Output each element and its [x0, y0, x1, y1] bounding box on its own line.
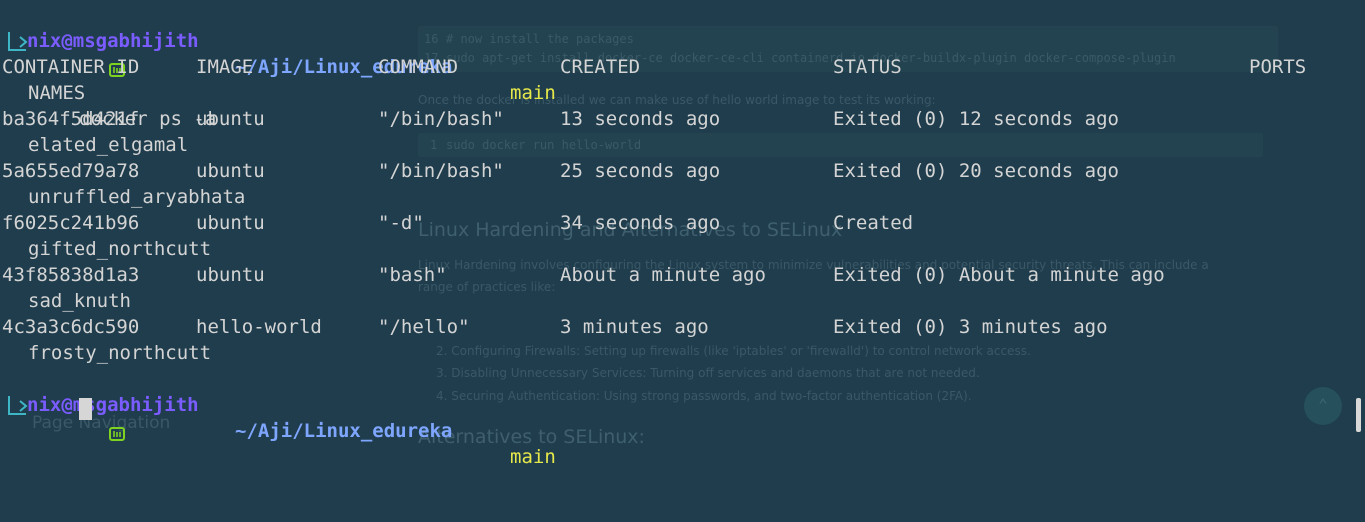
prompt-line: nix@msgabhijith ~/Aji/Linux_edureka main — [0, 366, 556, 468]
prompt-arrow-icon — [6, 30, 32, 52]
table-row: f6025c241b96 ubuntu "-d" 34 seconds ago … — [0, 210, 913, 236]
container-status: Created — [833, 212, 914, 234]
container-command: "-d" — [378, 212, 424, 234]
terminal-scrollbar[interactable] — [1356, 398, 1361, 432]
linux-mint-icon — [40, 33, 125, 77]
container-id: 43f85838d1a3 — [2, 264, 140, 286]
table-row: 5a655ed79a78 ubuntu "/bin/bash" 25 secon… — [0, 158, 1119, 184]
header-names: NAMES — [28, 82, 86, 104]
linux-mint-icon — [40, 397, 125, 441]
container-status: Exited (0) 3 minutes ago — [833, 316, 1108, 338]
header-created: CREATED — [560, 56, 641, 78]
container-created: 25 seconds ago — [560, 160, 721, 182]
table-header-wrap: NAMES — [0, 80, 85, 106]
container-id: 4c3a3c6dc590 — [2, 316, 140, 338]
container-status: Exited (0) About a minute ago — [833, 264, 1165, 286]
container-name: sad_knuth — [28, 290, 131, 312]
container-name: unruffled_aryabhata — [28, 186, 246, 208]
container-command: "/bin/bash" — [378, 160, 504, 182]
container-status: Exited (0) 20 seconds ago — [833, 160, 1119, 182]
header-container-id: CONTAINER ID — [2, 56, 140, 78]
table-row: 4c3a3c6dc590 hello-world "/hello" 3 minu… — [0, 314, 1108, 340]
container-id: ba364f5d421f — [2, 108, 140, 130]
container-command: "bash" — [378, 264, 447, 286]
container-image: ubuntu — [196, 160, 265, 182]
header-status: STATUS — [833, 56, 902, 78]
header-image: IMAGE — [196, 56, 254, 78]
prompt-branch: main — [510, 446, 556, 468]
container-image: hello-world — [196, 316, 322, 338]
prompt-line: nix@msgabhijith ~/Aji/Linux_edureka main — [0, 2, 556, 104]
container-created: 34 seconds ago — [560, 212, 721, 234]
container-status: Exited (0) 12 seconds ago — [833, 108, 1119, 130]
container-command: "/hello" — [378, 316, 470, 338]
container-image: ubuntu — [196, 212, 265, 234]
terminal-window[interactable]: nix@msgabhijith ~/Aji/Linux_edureka main… — [0, 0, 1365, 468]
text-cursor[interactable] — [79, 398, 92, 420]
table-row: ba364f5d421f ubuntu "/bin/bash" 13 secon… — [0, 106, 1119, 132]
header-command: COMMAND — [378, 56, 459, 78]
table-row-wrap: gifted_northcutt — [0, 236, 211, 262]
command-line: docker ps -a — [0, 28, 216, 130]
container-created: About a minute ago — [560, 264, 766, 286]
table-header: CONTAINER ID IMAGE COMMAND CREATED STATU… — [0, 54, 1306, 80]
container-name: elated_elgamal — [28, 134, 189, 156]
container-image: ubuntu — [196, 108, 265, 130]
table-row-wrap: unruffled_aryabhata — [0, 184, 245, 210]
container-created: 3 minutes ago — [560, 316, 709, 338]
container-created: 13 seconds ago — [560, 108, 721, 130]
table-row-wrap: frosty_northcutt — [0, 340, 211, 366]
prompt-path: ~/Aji/Linux_edureka — [235, 420, 453, 442]
container-id: 5a655ed79a78 — [2, 160, 140, 182]
container-name: gifted_northcutt — [28, 238, 212, 260]
table-row: 43f85838d1a3 ubuntu "bash" About a minut… — [0, 262, 1165, 288]
container-name: frosty_northcutt — [28, 342, 212, 364]
table-row-wrap: elated_elgamal — [0, 132, 188, 158]
container-command: "/bin/bash" — [378, 108, 504, 130]
input-line[interactable] — [0, 392, 125, 441]
header-ports: PORTS — [1249, 56, 1307, 78]
table-row-wrap: sad_knuth — [0, 288, 131, 314]
prompt-arrow-icon — [6, 394, 32, 416]
container-id: f6025c241b96 — [2, 212, 140, 234]
prompt-branch: main — [510, 82, 556, 104]
container-image: ubuntu — [196, 264, 265, 286]
